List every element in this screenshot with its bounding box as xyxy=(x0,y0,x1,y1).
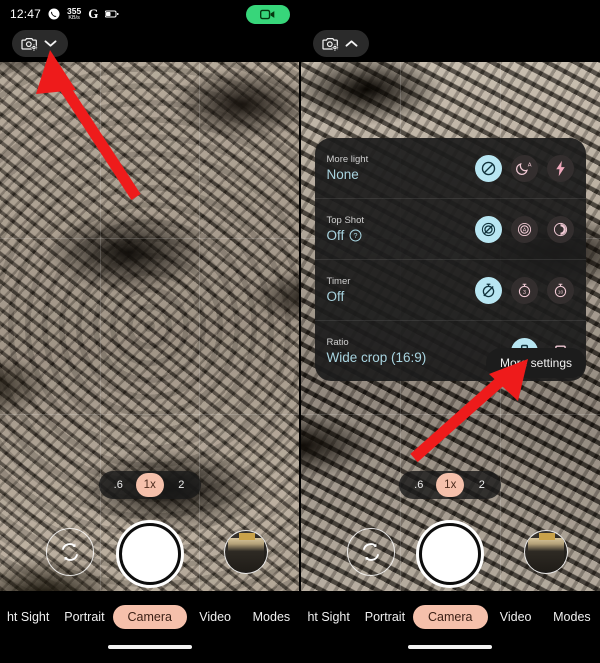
screenshot-stage: 12:47 355 KB/s G .6 1x 2 ht Sight Portra… xyxy=(0,0,600,663)
zoom-option-1x[interactable]: 1x xyxy=(135,473,164,497)
option-timer-10s[interactable]: 10 xyxy=(547,276,574,304)
network-speed-unit: KB/s xyxy=(68,14,80,21)
svg-text:10: 10 xyxy=(558,289,564,295)
grid-line-h1 xyxy=(0,238,300,240)
grid-line-v2 xyxy=(199,62,201,591)
timer-10s-icon: 10 xyxy=(554,283,567,297)
svg-text:A: A xyxy=(528,162,532,168)
setting-value: Off xyxy=(326,227,345,243)
last-photo-thumbnail[interactable] xyxy=(524,530,568,574)
left-phone-screenshot: 12:47 355 KB/s G .6 1x 2 ht Sight Portra… xyxy=(0,0,300,663)
more-settings-button[interactable]: More settings xyxy=(485,348,586,378)
zoom-option-0.6x[interactable]: .6 xyxy=(405,474,432,496)
top-shot-auto-icon: A xyxy=(517,222,532,236)
camera-settings-icon xyxy=(321,37,338,51)
option-timer-off[interactable] xyxy=(475,276,502,304)
night-sight-auto-icon: A xyxy=(516,162,532,175)
setting-title: Timer xyxy=(326,275,351,287)
camera-settings-panel: More light None A Top Shot Off ? A Timer… xyxy=(314,138,586,381)
camera-controls xyxy=(0,518,300,588)
flip-camera-icon xyxy=(62,543,78,561)
setting-row-top-shot: Top Shot Off ? A xyxy=(314,199,586,260)
grid-line-v1 xyxy=(99,62,101,591)
mode-nav-bar: ht Sight Portrait Camera Video Modes xyxy=(300,591,600,663)
setting-title: Ratio xyxy=(326,336,349,348)
mode-portrait[interactable]: Portrait xyxy=(357,610,413,624)
setting-row-timer: Timer Off 3 10 xyxy=(314,260,586,321)
mode-nav-bar: ht Sight Portrait Camera Video Modes xyxy=(0,591,300,663)
last-photo-thumbnail[interactable] xyxy=(223,530,268,574)
camera-settings-icon xyxy=(21,37,38,51)
shutter-button[interactable] xyxy=(115,520,184,588)
mode-video[interactable]: Video xyxy=(187,610,243,624)
camera-settings-chip[interactable] xyxy=(312,30,369,57)
mode-night-sight[interactable]: ht Sight xyxy=(301,610,357,624)
google-icon: G xyxy=(88,6,99,21)
setting-value: None xyxy=(326,166,359,182)
mode-portrait[interactable]: Portrait xyxy=(56,610,112,624)
camera-settings-chip[interactable] xyxy=(12,30,68,57)
panel-divider xyxy=(299,0,301,663)
mode-modes[interactable]: Modes xyxy=(544,610,600,624)
camera-controls xyxy=(301,518,600,588)
phone-icon xyxy=(48,8,60,20)
mode-camera[interactable]: Camera xyxy=(413,605,488,629)
svg-text:A: A xyxy=(523,227,527,233)
viewfinder-image xyxy=(0,62,300,591)
zoom-level-bar[interactable]: .6 1x 2 xyxy=(98,471,201,499)
zoom-option-2x[interactable]: 2 xyxy=(168,474,195,496)
setting-title: More light xyxy=(326,153,369,165)
zoom-option-0.6x[interactable]: .6 xyxy=(105,474,132,496)
svg-text:3: 3 xyxy=(523,289,526,295)
no-flash-icon xyxy=(481,161,496,175)
grid-line-h2 xyxy=(300,414,600,416)
status-bar: 12:47 355 KB/s G xyxy=(0,0,300,28)
battery-icon xyxy=(105,9,119,19)
zoom-option-2x[interactable]: 2 xyxy=(468,474,495,496)
network-speed-indicator: 355 KB/s xyxy=(67,7,81,21)
flip-camera-button[interactable] xyxy=(46,528,94,576)
top-shot-off-icon xyxy=(481,222,496,236)
video-record-icon xyxy=(260,9,275,19)
option-top-shot-off[interactable] xyxy=(475,215,502,243)
top-shot-on-icon xyxy=(553,222,568,236)
home-indicator[interactable] xyxy=(107,645,192,649)
mode-video[interactable]: Video xyxy=(488,610,544,624)
chevron-up-icon xyxy=(345,40,357,47)
flip-camera-button[interactable] xyxy=(346,528,395,576)
flip-camera-icon xyxy=(362,543,379,561)
option-top-shot-on[interactable] xyxy=(547,215,574,243)
setting-title: Top Shot xyxy=(326,214,365,226)
flash-on-icon xyxy=(556,160,565,176)
camera-viewfinder[interactable] xyxy=(0,62,300,591)
zoom-level-bar[interactable]: .6 1x 2 xyxy=(399,471,502,499)
option-flash-on[interactable] xyxy=(547,154,574,182)
grid-line-h2 xyxy=(0,414,300,416)
option-no-flash[interactable] xyxy=(475,154,502,182)
right-phone-screenshot: More light None A Top Shot Off ? A Timer… xyxy=(299,0,600,663)
setting-row-more-light: More light None A xyxy=(314,138,586,199)
mode-camera[interactable]: Camera xyxy=(112,605,187,629)
status-time: 12:47 xyxy=(10,7,42,21)
setting-value: Wide crop (16:9) xyxy=(326,349,427,365)
chevron-down-icon xyxy=(44,40,57,47)
timer-off-icon xyxy=(482,283,495,297)
option-top-shot-auto[interactable]: A xyxy=(511,215,538,243)
mode-night-sight[interactable]: ht Sight xyxy=(0,610,56,624)
zoom-option-1x[interactable]: 1x xyxy=(436,473,465,497)
home-indicator[interactable] xyxy=(408,645,493,649)
setting-value: Off xyxy=(326,288,345,304)
screen-record-pill[interactable] xyxy=(245,4,290,24)
help-icon[interactable]: ? xyxy=(349,229,362,242)
mode-modes[interactable]: Modes xyxy=(243,610,299,624)
option-timer-3s[interactable]: 3 xyxy=(511,276,538,304)
timer-3s-icon: 3 xyxy=(518,283,531,297)
option-night-sight-auto[interactable]: A xyxy=(511,154,538,182)
svg-text:?: ? xyxy=(354,232,358,240)
shutter-button[interactable] xyxy=(416,520,485,588)
